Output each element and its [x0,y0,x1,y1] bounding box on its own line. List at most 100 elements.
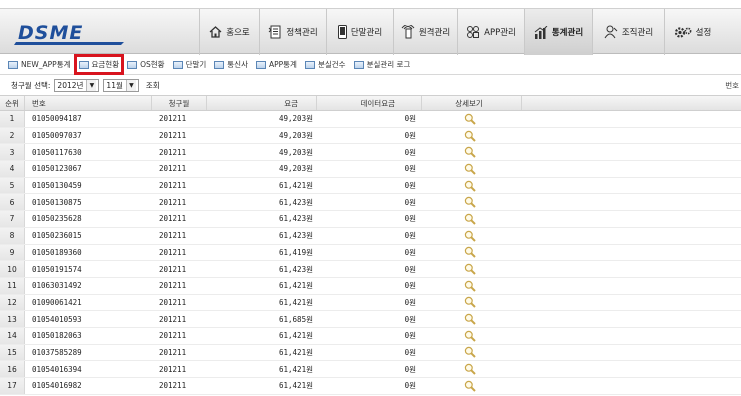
col-number[interactable]: 번호 [25,96,152,110]
row-data-fee: 0원 [404,247,416,257]
row-filler [522,111,741,127]
magnifier-icon[interactable] [464,330,476,342]
magnifier-icon[interactable] [464,180,476,192]
nav-home[interactable]: 홈으로 [199,9,259,55]
sub-loss-log[interactable]: 분실관리 로그 [353,59,411,70]
table-row[interactable]: 11 01063031492 201211 61,421원 0원 [0,277,741,295]
sub-os-status[interactable]: OS현황 [127,59,165,70]
col-fee[interactable]: 요금 [207,96,317,110]
month-value: 11월 [106,80,123,90]
row-number: 01050191574 [32,264,82,274]
table-row[interactable]: 4 01050123067 201211 49,203원 0원 [0,161,741,178]
sub-carrier[interactable]: 통신사 [214,59,248,70]
sub-fee-status[interactable]: 요금현황 [73,54,125,75]
row-fee: 61,421원 [279,331,313,341]
row-filler [522,194,741,210]
nav-remote[interactable]: 원격관리 [393,9,457,55]
table-row[interactable]: 5 01050130459 201211 61,421원 0원 [0,177,741,195]
year-value: 2012년 [57,80,84,90]
sub-app-stats[interactable]: APP통계 [255,59,297,70]
row-number: 01054016982 [32,381,82,391]
nav-device[interactable]: 단말관리 [326,9,393,55]
row-rank: 12 [0,294,25,311]
row-data-fee: 0원 [404,347,416,357]
table-row[interactable]: 10 01050191574 201211 61,423원 0원 [0,261,741,278]
nav-policy[interactable]: 정책관리 [259,9,326,55]
device-icon [337,25,347,39]
magnifier-icon[interactable] [464,380,476,392]
table-row[interactable]: 1 01050094187 201211 49,203원 0원 [0,111,741,128]
row-detail [422,361,522,377]
magnifier-icon[interactable] [464,196,476,208]
magnifier-icon[interactable] [464,280,476,292]
table-row[interactable]: 2 01050097037 201211 49,203원 0원 [0,127,741,145]
col-period[interactable]: 청구월 [152,96,207,110]
sub-label: 분실관리 로그 [366,60,411,69]
magnifier-icon[interactable] [464,130,476,142]
row-rank: 4 [0,161,25,177]
row-data-fee: 0원 [404,381,416,391]
nav-org-label: 조직관리 [621,28,654,38]
lookup-button[interactable]: 조회 [146,80,160,91]
sub-new-app-stats[interactable]: NEW_APP통계 [8,59,71,70]
dsme-logo[interactable]: DSME [14,20,126,46]
window-icon [353,60,364,69]
magnifier-icon[interactable] [464,363,476,375]
app-icon [467,26,480,38]
sub-label: NEW_APP통계 [21,60,71,69]
magnifier-icon[interactable] [464,163,476,175]
row-rank: 14 [0,327,25,344]
row-number: 01050189360 [32,247,82,257]
table-row[interactable]: 14 01050182063 201211 61,421원 0원 [0,327,741,345]
table-row[interactable]: 6 01050130875 201211 61,423원 0원 [0,194,741,212]
chevron-down-icon: ▼ [86,79,97,91]
magnifier-icon[interactable] [464,230,476,242]
sub-device[interactable]: 단말기 [172,59,206,70]
nav-stats[interactable]: 통계관리 [524,9,592,55]
row-period: 201211 [159,164,187,174]
magnifier-icon[interactable] [464,146,476,158]
row-detail [422,194,522,210]
magnifier-icon[interactable] [464,346,476,359]
table-row[interactable]: 9 01050189360 201211 61,419원 0원 [0,244,741,262]
row-filler [522,378,741,394]
row-rank: 17 [0,378,25,394]
row-period: 201211 [159,247,187,257]
table-row[interactable]: 8 01050236015 201211 61,423원 0원 [0,227,741,245]
nav-org[interactable]: 조직관리 [592,9,664,55]
row-period: 201211 [159,147,187,157]
row-fee: 49,203원 [279,164,313,174]
nav-settings[interactable]: 설정 [664,9,720,55]
magnifier-icon[interactable] [464,313,476,325]
table-row[interactable]: 17 01054016982 201211 61,421원 0원 [0,378,741,395]
table-row[interactable]: 7 01050235628 201211 61,423원 0원 [0,211,741,228]
sub-loss-count[interactable]: 분실건수 [304,59,346,70]
row-data-fee: 0원 [404,264,416,274]
window-icon [304,60,315,69]
nav-app[interactable]: APP관리 [457,9,524,55]
magnifier-icon[interactable] [464,213,476,225]
nav-settings-label: 설정 [695,28,712,38]
row-fee: 61,423원 [279,231,313,241]
col-rank[interactable]: 순위 [0,96,25,110]
year-select[interactable]: 2012년 ▼ [54,78,100,92]
table-row[interactable]: 12 01090061421 201211 61,421원 0원 [0,294,741,312]
row-period: 201211 [159,347,187,357]
magnifier-icon[interactable] [464,246,476,259]
magnifier-icon[interactable] [464,296,476,309]
table-row[interactable]: 15 01037585289 201211 61,421원 0원 [0,344,741,362]
magnifier-icon[interactable] [464,263,476,275]
row-fee: 49,203원 [279,147,313,157]
month-select[interactable]: 11월 ▼ [103,78,139,92]
magnifier-icon[interactable] [464,113,476,125]
col-data-fee[interactable]: 데이터요금 [317,96,422,110]
table-header: 순위 번호 청구월 요금 데이터요금 상세보기 [0,95,741,111]
sub-label: OS현황 [140,60,165,69]
window-icon [255,60,266,69]
table-row[interactable]: 16 01054016394 201211 61,421원 0원 [0,361,741,378]
row-number: 01054016394 [32,364,82,374]
table-row[interactable]: 13 01054010593 201211 61,685원 0원 [0,311,741,328]
col-detail[interactable]: 상세보기 [422,96,522,110]
table-row[interactable]: 3 01050117630 201211 49,203원 0원 [0,144,741,162]
row-number: 01050235628 [32,214,82,224]
